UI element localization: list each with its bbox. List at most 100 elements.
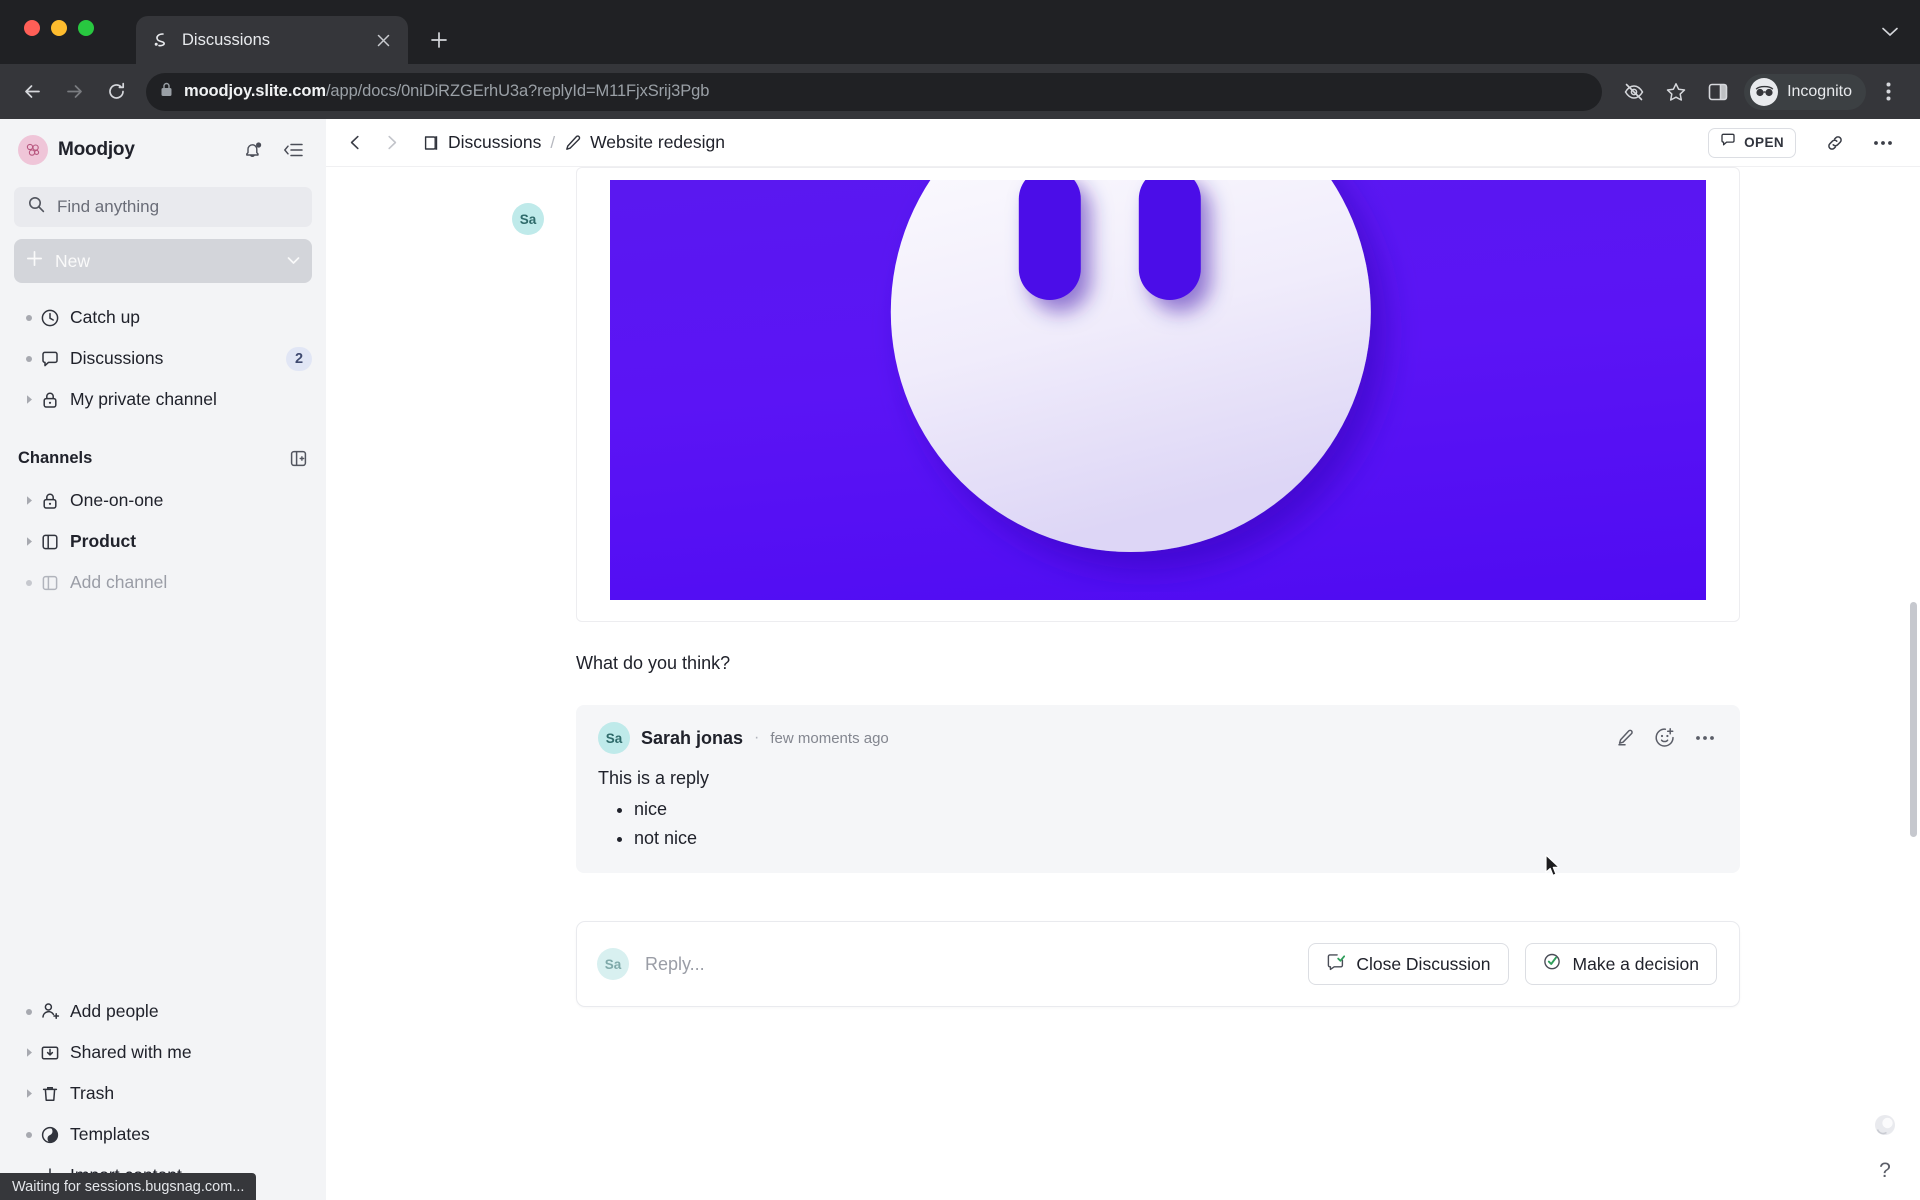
paragraph-text: What do you think? xyxy=(576,653,731,673)
close-discussion-button[interactable]: Close Discussion xyxy=(1308,943,1509,985)
breadcrumb-item-discussions[interactable]: Discussions xyxy=(422,132,541,153)
make-decision-button[interactable]: Make a decision xyxy=(1524,943,1717,985)
close-discussion-label: Close Discussion xyxy=(1356,953,1491,974)
document-content: Sa What do you think? Sa Sarah jonas · f… xyxy=(326,167,1920,1007)
more-horizontal-icon[interactable] xyxy=(1868,128,1898,158)
breadcrumb-label: Website redesign xyxy=(590,132,725,152)
forward-button[interactable] xyxy=(54,72,94,112)
breadcrumb: Discussions / Website redesign xyxy=(422,132,1702,153)
bullet-marker xyxy=(18,1131,40,1138)
reply-bullet-list: nice not nice xyxy=(634,799,1718,849)
sidebar-item-shared-with-me[interactable]: Shared with me xyxy=(0,1032,326,1073)
browser-window: Discussions moodjoy.slite.com/app/docs/0 xyxy=(0,0,1920,1200)
channel-board-icon xyxy=(40,532,70,552)
message-body: What do you think? Sa Sarah jonas · few … xyxy=(576,167,1920,1007)
discussions-icon xyxy=(422,134,440,152)
tab-title: Discussions xyxy=(182,30,271,49)
sidebar-item-add-people[interactable]: Add people xyxy=(0,991,326,1032)
kebab-menu-icon[interactable] xyxy=(1868,72,1908,112)
vertical-scrollbar[interactable] xyxy=(1910,602,1917,837)
add-channel-icon[interactable] xyxy=(284,444,312,472)
edit-reply-icon[interactable] xyxy=(1612,725,1638,751)
reply-header: Sa Sarah jonas · few moments ago xyxy=(598,722,1718,754)
incognito-glasses-icon xyxy=(1750,77,1779,106)
reply-input-placeholder[interactable]: Reply... xyxy=(645,954,1292,975)
templates-icon xyxy=(40,1125,70,1145)
document-scroll-area[interactable]: Sa What do you think? Sa Sarah jonas · f… xyxy=(326,167,1920,1200)
collapse-sidebar-icon[interactable] xyxy=(278,135,308,165)
channels-nav: One-on-one Product Add channel xyxy=(0,480,326,603)
channels-section-header: Channels xyxy=(0,436,326,480)
browser-tabstrip: Discussions xyxy=(0,0,1920,64)
history-forward-button[interactable] xyxy=(376,128,406,158)
share-inbox-icon xyxy=(40,1043,70,1063)
bullet-marker xyxy=(18,355,40,362)
expand-triangle-icon[interactable] xyxy=(18,536,40,547)
trash-icon xyxy=(40,1084,70,1104)
add-person-icon xyxy=(40,1001,70,1022)
reply-card[interactable]: Sa Sarah jonas · few moments ago This is… xyxy=(576,705,1740,873)
incognito-indicator[interactable]: Incognito xyxy=(1744,73,1866,110)
workspace-name: Moodjoy xyxy=(58,139,135,160)
sidebar-item-templates[interactable]: Templates xyxy=(0,1114,326,1155)
minimize-window-button[interactable] xyxy=(51,20,67,36)
incognito-label: Incognito xyxy=(1787,82,1852,100)
reply-actions xyxy=(1612,725,1718,751)
star-icon[interactable] xyxy=(1656,72,1696,112)
search-input[interactable]: Find anything xyxy=(14,187,312,227)
reload-button[interactable] xyxy=(96,72,136,112)
sidebar-item-label: Add channel xyxy=(70,572,168,592)
moodjoy-logo xyxy=(18,135,48,165)
sidebar-item-one-on-one[interactable]: One-on-one xyxy=(0,480,326,521)
primary-nav: Catch up Discussions 2 My private channe… xyxy=(0,297,326,420)
breadcrumb-label: Discussions xyxy=(448,132,542,152)
browser-tab[interactable]: Discussions xyxy=(136,16,408,64)
expand-triangle-icon[interactable] xyxy=(18,394,40,405)
open-status-button[interactable]: OPEN xyxy=(1708,127,1796,158)
smiley-face-graphic xyxy=(890,180,1371,552)
new-button-label: New xyxy=(55,250,91,271)
mouse-cursor xyxy=(1545,854,1560,876)
sidebar-item-my-private-channel[interactable]: My private channel xyxy=(0,379,326,420)
sidebar-item-add-channel[interactable]: Add channel xyxy=(0,562,326,603)
sidebar-item-trash[interactable]: Trash xyxy=(0,1073,326,1114)
sidebar-item-label: One-on-one xyxy=(70,490,164,510)
more-horizontal-icon[interactable] xyxy=(1692,725,1718,751)
expand-triangle-icon[interactable] xyxy=(18,1088,40,1099)
chevron-down-icon[interactable] xyxy=(287,252,300,270)
address-bar[interactable]: moodjoy.slite.com/app/docs/0niDiRZGErhU3… xyxy=(146,72,1603,111)
help-icon[interactable]: ? xyxy=(1870,1156,1900,1186)
sidebar-item-product[interactable]: Product xyxy=(0,521,326,562)
sidebar-item-label: Shared with me xyxy=(70,1042,192,1062)
chat-bubble-icon[interactable] xyxy=(1872,1112,1898,1138)
side-panel-icon[interactable] xyxy=(1698,72,1738,112)
embedded-image-frame[interactable] xyxy=(576,167,1740,622)
back-button[interactable] xyxy=(12,72,52,112)
link-icon[interactable] xyxy=(1820,128,1850,158)
expand-triangle-icon[interactable] xyxy=(18,1047,40,1058)
bell-icon[interactable] xyxy=(238,135,268,165)
new-button[interactable]: New xyxy=(14,239,312,283)
add-reaction-icon[interactable] xyxy=(1652,725,1678,751)
close-icon[interactable] xyxy=(372,29,394,51)
avatar: Sa xyxy=(597,948,629,980)
document-header: Discussions / Website redesign OPEN xyxy=(326,119,1920,167)
avatar[interactable]: Sa xyxy=(512,203,544,235)
new-tab-button[interactable] xyxy=(422,23,456,57)
maximize-window-button[interactable] xyxy=(78,20,94,36)
breadcrumb-item-website-redesign[interactable]: Website redesign xyxy=(564,132,725,153)
url-host: moodjoy.slite.com xyxy=(184,82,326,100)
history-back-button[interactable] xyxy=(340,128,370,158)
expand-triangle-icon[interactable] xyxy=(18,495,40,506)
close-window-button[interactable] xyxy=(24,20,40,36)
tab-list-chevron-down-icon[interactable] xyxy=(1882,22,1898,42)
sidebar-item-discussions[interactable]: Discussions 2 xyxy=(0,338,326,379)
avatar[interactable]: Sa xyxy=(598,722,630,754)
eye-off-icon[interactable] xyxy=(1614,72,1654,112)
sidebar-item-label: Product xyxy=(70,531,137,551)
reply-composer[interactable]: Sa Reply... Close Discussion Make a deci… xyxy=(576,921,1740,1007)
smiley-face-image xyxy=(610,180,1706,600)
sidebar-item-catch-up[interactable]: Catch up xyxy=(0,297,326,338)
bullet-marker xyxy=(18,1008,40,1015)
lock-icon xyxy=(160,82,174,102)
